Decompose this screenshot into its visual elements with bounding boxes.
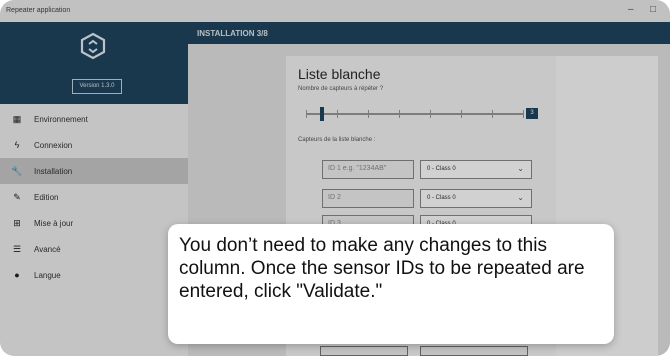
tutorial-callout: You don’t need to make any changes to th…: [168, 224, 614, 344]
callout-text: You don’t need to make any changes to th…: [179, 235, 585, 302]
app-window: Repeater application – □ Version 1.3.0 ▦…: [0, 0, 670, 356]
